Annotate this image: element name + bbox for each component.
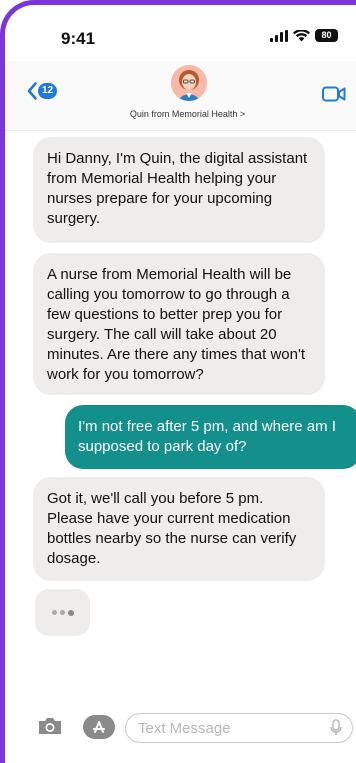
typing-indicator — [35, 589, 90, 636]
message-bubble-incoming: A nurse from Memorial Health will be cal… — [33, 253, 325, 395]
avatar-illustration — [171, 65, 207, 101]
status-time: 9:41 — [61, 29, 96, 48]
contact-name[interactable]: Quin from Memorial Health > — [5, 109, 356, 119]
cellular-signal-icon — [270, 29, 288, 42]
microphone-icon[interactable] — [330, 719, 342, 737]
message-bubble-outgoing: I'm not free after 5 pm, and where am I … — [65, 405, 356, 469]
message-bubble-incoming: Got it, we'll call you before 5 pm. Plea… — [33, 477, 325, 581]
back-button[interactable]: 12 — [27, 82, 58, 100]
contact-avatar[interactable] — [171, 65, 207, 101]
apps-button[interactable] — [83, 715, 115, 739]
battery-indicator: 80 — [315, 29, 338, 42]
unread-badge: 12 — [38, 83, 58, 99]
status-bar: 9:41 80 — [5, 5, 356, 69]
message-bubble-incoming: Hi Danny, I'm Quin, the digital assistan… — [33, 137, 325, 243]
phone-frame: 9:41 80 12 Quin from Memorial Health > H… — [0, 0, 356, 763]
chevron-left-icon — [27, 82, 37, 100]
video-camera-icon — [322, 86, 346, 102]
text-message-placeholder: Text Message — [138, 720, 231, 737]
app-store-icon — [93, 721, 105, 733]
status-icons: 80 — [270, 29, 338, 42]
camera-icon — [39, 718, 61, 734]
message-composer: Text Message — [5, 705, 356, 751]
video-call-button[interactable] — [322, 86, 346, 107]
conversation-header: 12 Quin from Memorial Health > — [5, 61, 356, 131]
wifi-icon — [293, 29, 310, 41]
text-message-input[interactable]: Text Message — [125, 713, 353, 743]
camera-button[interactable] — [37, 716, 63, 741]
